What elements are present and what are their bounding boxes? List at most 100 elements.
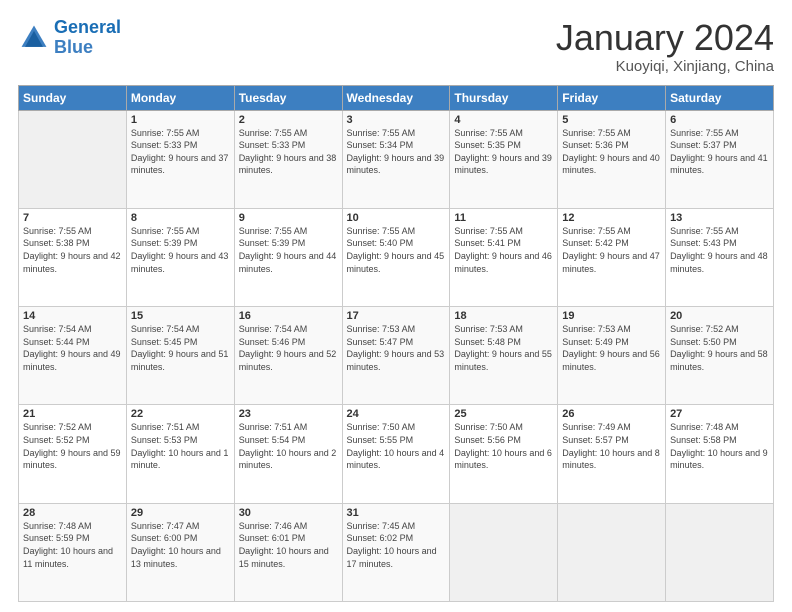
calendar-day-cell: 10Sunrise: 7:55 AMSunset: 5:40 PMDayligh… — [342, 208, 450, 306]
calendar-header-cell: Wednesday — [342, 85, 450, 110]
day-info: Sunrise: 7:55 AMSunset: 5:36 PMDaylight:… — [562, 127, 661, 177]
calendar-week-row: 28Sunrise: 7:48 AMSunset: 5:59 PMDayligh… — [19, 503, 774, 601]
day-number: 6 — [670, 114, 769, 126]
calendar-day-cell: 19Sunrise: 7:53 AMSunset: 5:49 PMDayligh… — [558, 307, 666, 405]
day-number: 26 — [562, 408, 661, 420]
day-info: Sunrise: 7:55 AMSunset: 5:42 PMDaylight:… — [562, 225, 661, 275]
calendar-day-cell: 11Sunrise: 7:55 AMSunset: 5:41 PMDayligh… — [450, 208, 558, 306]
calendar-day-cell: 21Sunrise: 7:52 AMSunset: 5:52 PMDayligh… — [19, 405, 127, 503]
calendar-table: SundayMondayTuesdayWednesdayThursdayFrid… — [18, 85, 774, 602]
day-number: 15 — [131, 310, 230, 322]
day-number: 27 — [670, 408, 769, 420]
calendar-day-cell: 24Sunrise: 7:50 AMSunset: 5:55 PMDayligh… — [342, 405, 450, 503]
day-number: 10 — [347, 212, 446, 224]
day-number: 25 — [454, 408, 553, 420]
calendar-header-cell: Monday — [126, 85, 234, 110]
calendar-week-row: 1 Sunrise: 7:55 AMSunset: 5:33 PMDaylight… — [19, 110, 774, 208]
day-info: Sunrise: 7:55 AMSunset: 5:37 PMDaylight:… — [670, 127, 769, 177]
day-number: 16 — [239, 310, 338, 322]
day-number: 7 — [23, 212, 122, 224]
calendar-day-cell: 4Sunrise: 7:55 AMSunset: 5:35 PMDaylight… — [450, 110, 558, 208]
day-info: Sunrise: 7:52 AMSunset: 5:50 PMDaylight:… — [670, 323, 769, 373]
logo-icon — [18, 22, 50, 54]
calendar-day-cell: 20Sunrise: 7:52 AMSunset: 5:50 PMDayligh… — [666, 307, 774, 405]
day-number: 9 — [239, 212, 338, 224]
day-number: 31 — [347, 507, 446, 519]
day-number: 4 — [454, 114, 553, 126]
day-info: Sunrise: 7:54 AMSunset: 5:45 PMDaylight:… — [131, 323, 230, 373]
logo: General Blue — [18, 18, 121, 58]
day-info: Sunrise: 7:54 AMSunset: 5:46 PMDaylight:… — [239, 323, 338, 373]
header: General Blue January 2024 Kuoyiqi, Xinji… — [18, 18, 774, 75]
calendar-week-row: 7Sunrise: 7:55 AMSunset: 5:38 PMDaylight… — [19, 208, 774, 306]
calendar-day-cell — [450, 503, 558, 601]
day-info: Sunrise: 7:53 AMSunset: 5:48 PMDaylight:… — [454, 323, 553, 373]
day-info: Sunrise: 7:55 AMSunset: 5:40 PMDaylight:… — [347, 225, 446, 275]
logo-text: General Blue — [54, 18, 121, 58]
calendar-day-cell: 30Sunrise: 7:46 AMSunset: 6:01 PMDayligh… — [234, 503, 342, 601]
day-number: 13 — [670, 212, 769, 224]
calendar-day-cell: 17Sunrise: 7:53 AMSunset: 5:47 PMDayligh… — [342, 307, 450, 405]
calendar-day-cell — [19, 110, 127, 208]
calendar-day-cell: 1Sunrise: 7:55 AMSunset: 5:33 PMDaylight… — [126, 110, 234, 208]
calendar-day-cell — [666, 503, 774, 601]
day-number: 19 — [562, 310, 661, 322]
day-info: Sunrise: 7:55 AMSunset: 5:33 PMDaylight:… — [239, 127, 338, 177]
day-info: Sunrise: 7:53 AMSunset: 5:49 PMDaylight:… — [562, 323, 661, 373]
calendar-day-cell: 22Sunrise: 7:51 AMSunset: 5:53 PMDayligh… — [126, 405, 234, 503]
calendar-day-cell: 23Sunrise: 7:51 AMSunset: 5:54 PMDayligh… — [234, 405, 342, 503]
calendar-day-cell: 8Sunrise: 7:55 AMSunset: 5:39 PMDaylight… — [126, 208, 234, 306]
calendar-day-cell: 25Sunrise: 7:50 AMSunset: 5:56 PMDayligh… — [450, 405, 558, 503]
day-info: Sunrise: 7:51 AMSunset: 5:54 PMDaylight:… — [239, 421, 338, 471]
day-number: 21 — [23, 408, 122, 420]
day-info: Sunrise: 7:48 AMSunset: 5:58 PMDaylight:… — [670, 421, 769, 471]
day-number: 18 — [454, 310, 553, 322]
calendar-day-cell: 26Sunrise: 7:49 AMSunset: 5:57 PMDayligh… — [558, 405, 666, 503]
day-info: Sunrise: 7:48 AMSunset: 5:59 PMDaylight:… — [23, 520, 122, 570]
calendar-week-row: 14Sunrise: 7:54 AMSunset: 5:44 PMDayligh… — [19, 307, 774, 405]
page: General Blue January 2024 Kuoyiqi, Xinji… — [0, 0, 792, 612]
calendar-day-cell: 31Sunrise: 7:45 AMSunset: 6:02 PMDayligh… — [342, 503, 450, 601]
day-info: Sunrise: 7:53 AMSunset: 5:47 PMDaylight:… — [347, 323, 446, 373]
day-info: Sunrise: 7:55 AMSunset: 5:41 PMDaylight:… — [454, 225, 553, 275]
calendar-day-cell: 3Sunrise: 7:55 AMSunset: 5:34 PMDaylight… — [342, 110, 450, 208]
subtitle: Kuoyiqi, Xinjiang, China — [556, 58, 774, 75]
calendar-header-cell: Tuesday — [234, 85, 342, 110]
day-info: Sunrise: 7:55 AMSunset: 5:38 PMDaylight:… — [23, 225, 122, 275]
calendar-day-cell: 13Sunrise: 7:55 AMSunset: 5:43 PMDayligh… — [666, 208, 774, 306]
day-number: 17 — [347, 310, 446, 322]
calendar-body: 1 Sunrise: 7:55 AMSunset: 5:33 PMDaylight… — [19, 110, 774, 601]
calendar-header-cell: Thursday — [450, 85, 558, 110]
title-block: January 2024 Kuoyiqi, Xinjiang, China — [556, 18, 774, 75]
calendar-day-cell: 7Sunrise: 7:55 AMSunset: 5:38 PMDaylight… — [19, 208, 127, 306]
day-info: Sunrise: 7:55 AMSunset: 5:35 PMDaylight:… — [454, 127, 553, 177]
day-info: Sunrise: 7:55 AMSunset: 5:34 PMDaylight:… — [347, 127, 446, 177]
calendar-header-cell: Sunday — [19, 85, 127, 110]
day-number: 28 — [23, 507, 122, 519]
calendar-day-cell: 2Sunrise: 7:55 AMSunset: 5:33 PMDaylight… — [234, 110, 342, 208]
day-number: 22 — [131, 408, 230, 420]
calendar-header-cell: Saturday — [666, 85, 774, 110]
day-info: Sunrise: 7:50 AMSunset: 5:55 PMDaylight:… — [347, 421, 446, 471]
day-info: Sunrise: 7:46 AMSunset: 6:01 PMDaylight:… — [239, 520, 338, 570]
calendar-header-cell: Friday — [558, 85, 666, 110]
calendar-day-cell: 28Sunrise: 7:48 AMSunset: 5:59 PMDayligh… — [19, 503, 127, 601]
day-number: 20 — [670, 310, 769, 322]
day-info: Sunrise: 7:55 AMSunset: 5:39 PMDaylight:… — [131, 225, 230, 275]
calendar-day-cell: 15Sunrise: 7:54 AMSunset: 5:45 PMDayligh… — [126, 307, 234, 405]
day-info: Sunrise: 7:55 AMSunset: 5:43 PMDaylight:… — [670, 225, 769, 275]
day-info: Sunrise: 7:51 AMSunset: 5:53 PMDaylight:… — [131, 421, 230, 471]
calendar-day-cell: 6Sunrise: 7:55 AMSunset: 5:37 PMDaylight… — [666, 110, 774, 208]
calendar-day-cell: 18Sunrise: 7:53 AMSunset: 5:48 PMDayligh… — [450, 307, 558, 405]
day-number: 8 — [131, 212, 230, 224]
main-title: January 2024 — [556, 18, 774, 58]
day-number: 1 — [131, 114, 230, 126]
day-info: Sunrise: 7:54 AMSunset: 5:44 PMDaylight:… — [23, 323, 122, 373]
calendar-day-cell: 29Sunrise: 7:47 AMSunset: 6:00 PMDayligh… — [126, 503, 234, 601]
day-number: 3 — [347, 114, 446, 126]
day-number: 30 — [239, 507, 338, 519]
calendar-day-cell: 9Sunrise: 7:55 AMSunset: 5:39 PMDaylight… — [234, 208, 342, 306]
calendar-day-cell: 16Sunrise: 7:54 AMSunset: 5:46 PMDayligh… — [234, 307, 342, 405]
calendar-day-cell — [558, 503, 666, 601]
day-info: Sunrise: 7:50 AMSunset: 5:56 PMDaylight:… — [454, 421, 553, 471]
